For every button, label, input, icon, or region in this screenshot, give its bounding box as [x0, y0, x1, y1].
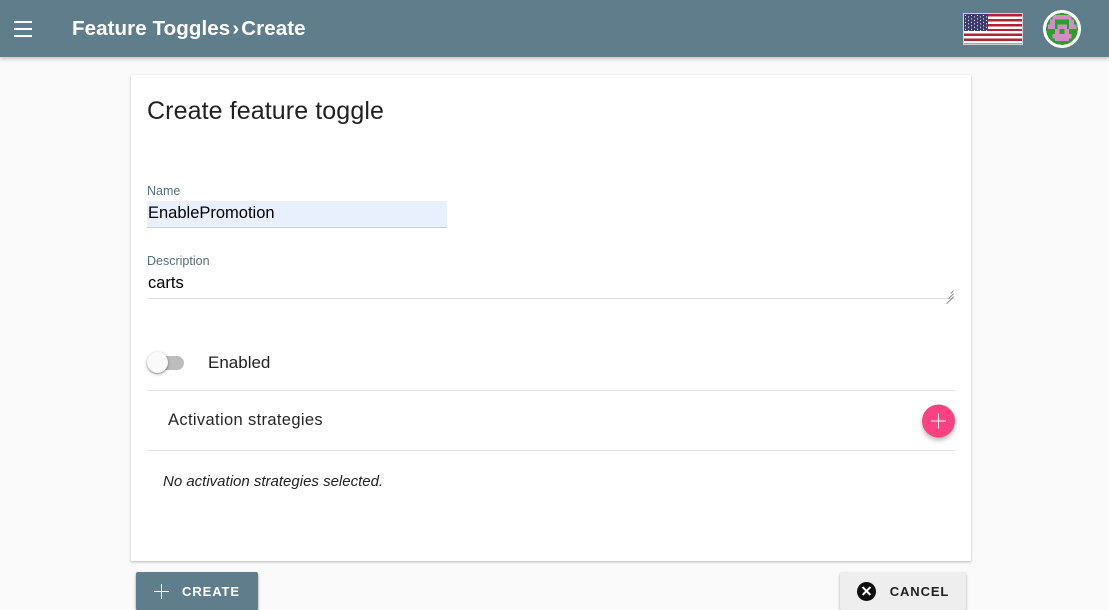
name-field-group: Name	[147, 184, 955, 228]
create-button[interactable]: CREATE	[136, 572, 258, 610]
breadcrumb-current: Create	[241, 16, 306, 40]
cancel-button-label: CANCEL	[889, 583, 950, 599]
hamburger-line	[14, 20, 32, 23]
plus-icon	[931, 413, 946, 428]
user-avatar-identicon[interactable]	[1043, 9, 1081, 48]
breadcrumb-root[interactable]: Feature Toggles	[72, 17, 230, 40]
activation-strategies-title: Activation strategies	[168, 411, 324, 429]
close-circle-icon	[856, 581, 876, 601]
hamburger-line	[14, 34, 32, 37]
add-strategy-button[interactable]	[922, 404, 955, 437]
enabled-toggle-row: Enabled	[147, 335, 955, 391]
breadcrumb: Feature Toggles›Create	[72, 17, 306, 41]
feature-toggle-form: Name Description Enabled	[131, 184, 971, 490]
name-input[interactable]	[147, 201, 447, 228]
toggle-knob	[147, 351, 168, 373]
us-flag-icon[interactable]	[963, 12, 1023, 45]
no-strategies-message: No activation strategies selected.	[163, 473, 384, 490]
create-button-label: CREATE	[182, 583, 240, 599]
app-bar: Feature Toggles›Create	[0, 0, 1109, 57]
create-feature-toggle-card: Create feature toggle Name Description	[131, 75, 971, 561]
breadcrumb-separator: ›	[232, 16, 240, 40]
flag-canton	[964, 13, 988, 31]
activation-strategies-header: Activation strategies	[147, 391, 955, 451]
description-field-group: Description	[147, 254, 955, 305]
app-bar-actions	[963, 9, 1109, 48]
enabled-toggle-switch[interactable]	[147, 351, 184, 373]
page-title: Create feature toggle	[147, 97, 384, 125]
description-field-label: Description	[147, 254, 210, 268]
enabled-toggle-label: Enabled	[208, 352, 271, 372]
name-field-label: Name	[147, 184, 181, 198]
page-body: Create feature toggle Name Description	[0, 57, 1109, 610]
hamburger-menu-icon[interactable]	[0, 6, 46, 52]
description-input[interactable]	[147, 271, 955, 299]
plus-icon	[154, 583, 170, 599]
cancel-button[interactable]: CANCEL	[840, 572, 966, 610]
hamburger-line	[14, 27, 32, 30]
